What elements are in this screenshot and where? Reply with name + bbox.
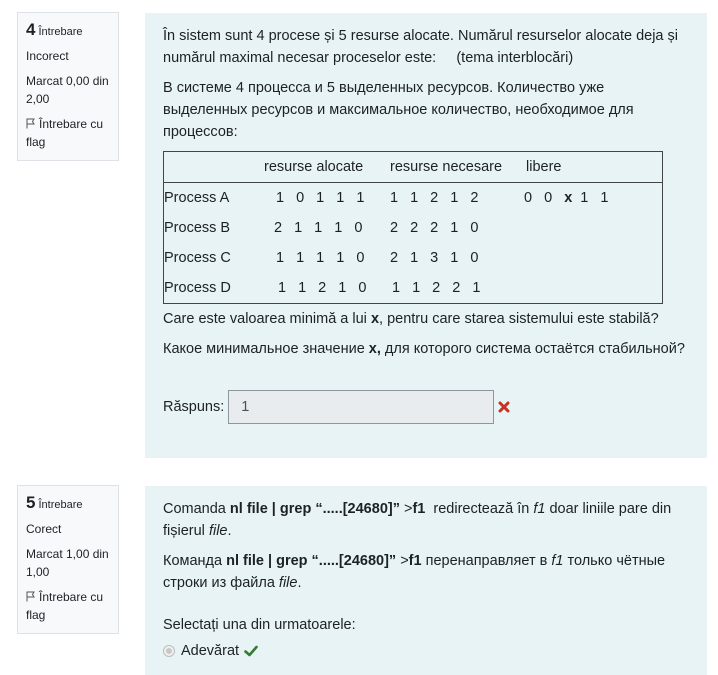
question-text-ro: Comanda nl file | grep “.....[24680]” >f… <box>163 501 676 539</box>
question-grade: Marcat 1,00 din 1,00 <box>26 547 109 579</box>
flag-question-link[interactable]: Întrebare cu flag <box>26 115 112 151</box>
table-header-row: resurse alocate resurse necesare libere <box>163 151 663 183</box>
question-info-4: 4 Întrebare Incorect Marcat 0,00 din 2,00… <box>17 12 119 161</box>
allocated-cell: 1 0 1 1 1 <box>276 190 369 206</box>
allocated-cell: 2 1 1 1 0 <box>274 220 367 236</box>
allocated-cell: 1 1 2 1 0 <box>278 280 371 296</box>
table-row: Process D 1 1 2 1 0 1 1 2 2 1 <box>164 273 663 304</box>
table-row: Process C 1 1 1 1 0 2 1 3 1 0 <box>164 243 663 273</box>
flag-label: Întrebare cu flag <box>26 590 104 622</box>
question-text-ru: Команда nl file | grep “.....[24680]” >f… <box>163 553 670 591</box>
question-state: Incorect <box>26 49 69 63</box>
question-number: 4 <box>26 20 36 39</box>
allocated-cell: 1 1 1 1 0 <box>276 250 369 266</box>
radio-button[interactable] <box>163 645 175 657</box>
flag-question-link[interactable]: Întrebare cu flag <box>26 588 112 624</box>
question-number: 5 <box>26 493 36 512</box>
question-info-5: 5 Întrebare Corect Marcat 1,00 din 1,00 Î… <box>17 485 119 634</box>
resource-table: resurse alocate resurse necesare libere … <box>163 151 663 304</box>
question-content-5: Comanda nl file | grep “.....[24680]” >f… <box>145 486 707 675</box>
needed-cell: 2 1 3 1 0 <box>390 250 483 266</box>
needed-cell: 2 2 2 1 0 <box>390 220 483 236</box>
question-content-4: În sistem sunt 4 procese și 5 resurse al… <box>145 13 707 458</box>
free-cell <box>526 273 663 304</box>
free-cell <box>526 213 663 243</box>
process-name: Process A <box>164 190 230 206</box>
needed-cell: 1 1 2 1 2 <box>390 190 483 206</box>
table-header: resurse necesare <box>390 151 526 183</box>
table-header: libere <box>526 151 663 183</box>
x-incorrect-icon <box>498 401 510 413</box>
free-cell <box>526 243 663 273</box>
question-prompt-ru: Какое минимальное значение x, для которо… <box>163 341 685 357</box>
answer-option[interactable]: Adevărat <box>163 640 689 662</box>
answer-row: Răspuns: 1 <box>163 390 689 424</box>
process-name: Process C <box>164 250 231 266</box>
answer-input[interactable]: 1 <box>228 390 495 424</box>
free-cell: 0 0 x 1 1 <box>524 190 613 206</box>
question-state: Corect <box>26 522 62 536</box>
needed-cell: 1 1 2 2 1 <box>392 280 485 296</box>
question-label: Întrebare <box>38 499 83 511</box>
answer-label: Răspuns: <box>163 399 225 415</box>
check-correct-icon <box>244 645 258 657</box>
question-text-ru: В системе 4 процесса и 5 выделенных ресу… <box>163 80 634 140</box>
question-prompt-ro: Care este valoarea minimă a lui x, pentr… <box>163 311 659 327</box>
table-row: Process A 1 0 1 1 1 1 1 2 1 2 0 0 x 1 1 <box>164 183 663 214</box>
question-grade: Marcat 0,00 din 2,00 <box>26 74 109 106</box>
process-name: Process B <box>164 220 231 236</box>
flag-icon <box>26 118 35 129</box>
table-header <box>163 151 264 183</box>
option-label: Adevărat <box>181 643 240 659</box>
flag-label: Întrebare cu flag <box>26 117 104 149</box>
question-label: Întrebare <box>38 26 83 38</box>
flag-icon <box>26 591 35 602</box>
process-name: Process D <box>164 280 231 296</box>
table-header: resurse alocate <box>264 151 390 183</box>
table-row: Process B 2 1 1 1 0 2 2 2 1 0 <box>164 213 663 243</box>
question-text-ro: În sistem sunt 4 procese și 5 resurse al… <box>163 28 683 66</box>
select-prompt: Selectați una din urmatoarele: <box>163 617 356 633</box>
